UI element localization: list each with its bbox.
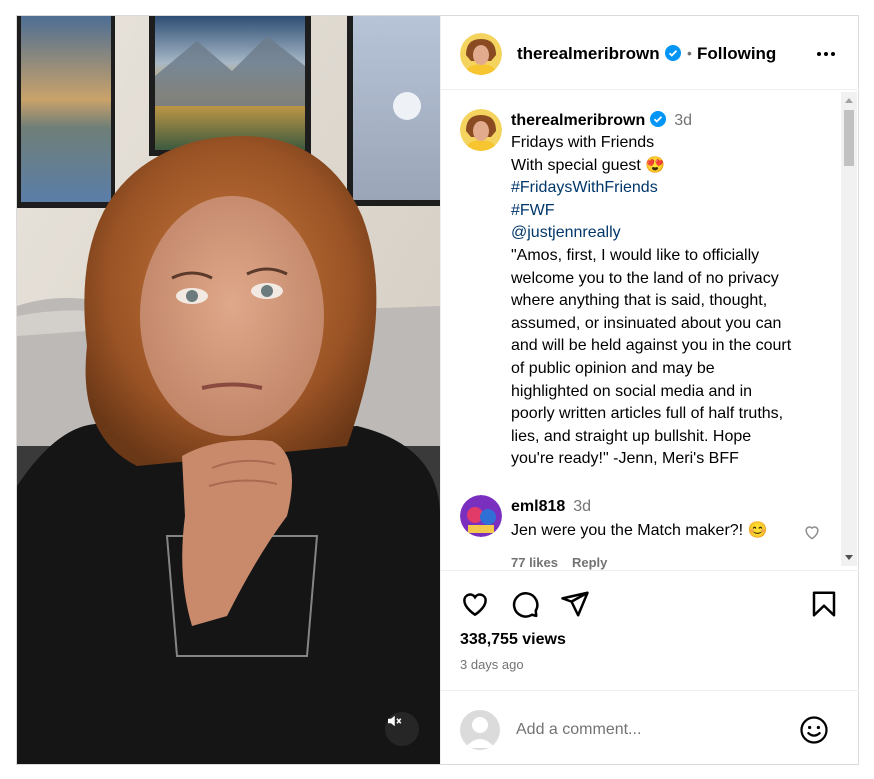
mention-link[interactable]: @justjennreally [511,222,831,245]
caption-username: therealmeribrown 3d [511,111,692,131]
comments-scrollbar[interactable] [841,92,857,566]
caption-author-avatar[interactable] [460,109,502,151]
default-user-icon [465,717,495,748]
comment-text: Jen were you the Match maker?! 😊 [511,522,768,539]
profile-photo [460,109,502,151]
muted-speaker-icon [388,715,402,727]
post-sidebar: therealmeribrown • Following therealmeri… [440,16,859,764]
verified-badge-icon [664,45,681,61]
comment-username-text[interactable]: eml818 [511,498,565,515]
comment-likes[interactable]: 77 likes [511,555,558,570]
comment-like-heart-icon[interactable] [802,522,822,542]
add-comment-bar [441,690,859,764]
caption-line: assumed, or insinuated about you can [511,314,782,332]
caption-line: "Amos, first, I would like to officially [511,246,760,264]
author-username[interactable]: therealmeribrown [517,44,681,64]
following-button[interactable]: Following [697,44,776,64]
hashtag-link[interactable]: #FridaysWithFriends [511,177,831,200]
caption-line: poorly written articles full of half tru… [511,405,784,423]
caption-line: you're ready!" -Jenn, Meri's BFF [511,450,739,468]
scroll-up-arrow-icon[interactable] [845,98,853,103]
profile-photo [460,33,502,75]
commenter-avatar[interactable] [460,495,502,537]
scroll-down-arrow-icon[interactable] [845,555,853,560]
mute-toggle-button[interactable] [385,712,419,746]
scrollbar-thumb[interactable] [844,110,854,166]
caption-username-text[interactable]: therealmeribrown [511,112,645,129]
post-date[interactable]: 3 days ago [460,657,524,672]
hashtag-link[interactable]: #FWF [511,200,831,223]
caption-line: Fridays with Friends [511,134,655,151]
post-header: therealmeribrown • Following [441,16,859,90]
like-heart-icon[interactable] [460,589,490,619]
comment-meta: 77 likes Reply [511,555,621,570]
comments-section[interactable]: therealmeribrown 3d Fridays with Friends … [441,90,859,570]
comment-reply-button[interactable]: Reply [572,555,607,570]
profile-photo [460,495,502,537]
caption-line: welcome you to the land of no privacy [511,269,779,287]
save-bookmark-icon[interactable] [809,589,839,619]
comment-input[interactable] [516,716,786,744]
more-options-icon[interactable] [814,42,838,66]
current-user-avatar [460,710,500,750]
view-count[interactable]: 338,755 views [460,631,566,649]
post-actions: 338,755 views 3 days ago [441,570,859,690]
caption-line: where anything that is said, thought, [511,292,768,310]
caption-line: With special guest 😍 [511,156,666,174]
separator-dot: • [687,45,692,61]
share-icon[interactable] [560,589,590,619]
author-username-text[interactable]: therealmeribrown [517,44,660,63]
comment-icon[interactable] [510,589,540,619]
caption-line: lies, and straight up bullshit. Hope [511,427,752,445]
caption-line: of public opinion and may be [511,359,715,377]
video-frame-illustration [17,16,440,764]
caption-text: Fridays with Friends With special guest … [511,132,831,471]
author-avatar[interactable] [460,33,502,75]
video-player[interactable] [17,16,440,764]
post-dialog: therealmeribrown • Following therealmeri… [16,15,859,765]
caption-time[interactable]: 3d [674,112,692,129]
caption-line: highlighted on social media and in [511,382,753,400]
comment-time[interactable]: 3d [573,498,591,515]
comment-username: eml818 3d [511,497,591,517]
emoji-smiley-icon[interactable] [799,715,829,745]
verified-badge-icon [650,111,667,127]
caption-line: and will be held against you in the cour… [511,337,792,355]
